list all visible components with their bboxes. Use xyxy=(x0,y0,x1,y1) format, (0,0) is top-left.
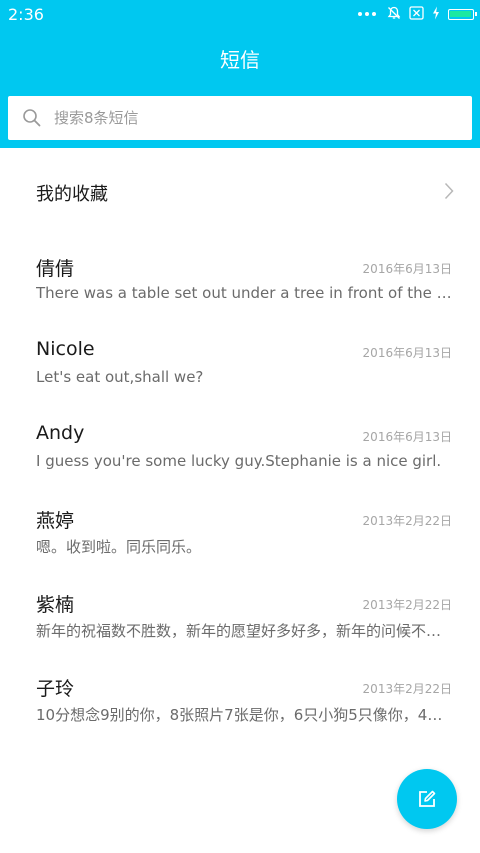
thread-date: 2013年2月22日 xyxy=(362,514,452,528)
chevron-right-icon xyxy=(444,182,454,204)
more-dots-icon xyxy=(358,12,379,16)
thread-contact-name: 子玲 xyxy=(36,678,75,700)
thread-preview: Let's eat out,shall we? xyxy=(36,368,204,386)
thread-item[interactable]: 倩倩 2016年6月13日 There was a table set out … xyxy=(0,254,480,338)
thread-preview: 10分想念9别的你，8张照片7张是你，6只小狗5只像你，4季轮回 xyxy=(36,706,452,724)
thread-item[interactable]: 子玲 2013年2月22日 10分想念9别的你，8张照片7张是你，6只小狗5只像… xyxy=(0,674,480,758)
bell-muted-icon xyxy=(387,5,401,24)
thread-date: 2016年6月13日 xyxy=(362,430,452,444)
search-box[interactable] xyxy=(8,96,472,140)
thread-contact-name: 燕婷 xyxy=(36,510,75,532)
thread-preview: 新年的祝福数不胜数，新年的愿望好多好多，新年的问候不能少 xyxy=(36,622,452,640)
page-title: 短信 xyxy=(220,48,260,72)
thread-item[interactable]: 紫楠 2013年2月22日 新年的祝福数不胜数，新年的愿望好多好多，新年的问候不… xyxy=(0,590,480,674)
search-input[interactable] xyxy=(54,96,454,140)
header-bar: 2:36 短信 搜索8条短信 xyxy=(0,0,480,148)
thread-item[interactable]: Andy 2016年6月13日 I guess you're some luck… xyxy=(0,422,480,506)
thread-preview: There was a table set out under a tree i… xyxy=(36,284,452,302)
thread-contact-name: Andy xyxy=(36,422,85,444)
battery-level xyxy=(450,10,471,17)
thread-item[interactable]: Nicole 2016年6月13日 Let's eat out,shall we… xyxy=(0,338,480,422)
favorites-label: 我的收藏 xyxy=(36,184,108,205)
thread-date: 2013年2月22日 xyxy=(362,598,452,612)
favorites-row[interactable]: 我的收藏 xyxy=(0,150,480,234)
thread-contact-name: Nicole xyxy=(36,338,95,360)
thread-date: 2016年6月13日 xyxy=(362,346,452,360)
charging-bolt-icon xyxy=(432,5,440,24)
thread-preview: I guess you're some lucky guy.Stephanie … xyxy=(36,452,442,470)
thread-contact-name: 紫楠 xyxy=(36,594,75,616)
status-bar: 2:36 xyxy=(0,0,480,30)
compose-button[interactable] xyxy=(397,769,457,829)
battery-icon xyxy=(448,8,477,20)
thread-item[interactable]: 燕婷 2013年2月22日 嗯。收到啦。同乐同乐。 xyxy=(0,506,480,590)
thread-date: 2016年6月13日 xyxy=(362,262,452,276)
thread-preview: 嗯。收到啦。同乐同乐。 xyxy=(36,538,202,556)
compose-icon xyxy=(417,789,437,813)
thread-date: 2013年2月22日 xyxy=(362,682,452,696)
sim-blocked-icon xyxy=(409,5,424,24)
search-icon xyxy=(22,108,42,132)
status-icons xyxy=(350,5,477,24)
status-time: 2:36 xyxy=(8,5,44,24)
thread-contact-name: 倩倩 xyxy=(36,258,75,280)
